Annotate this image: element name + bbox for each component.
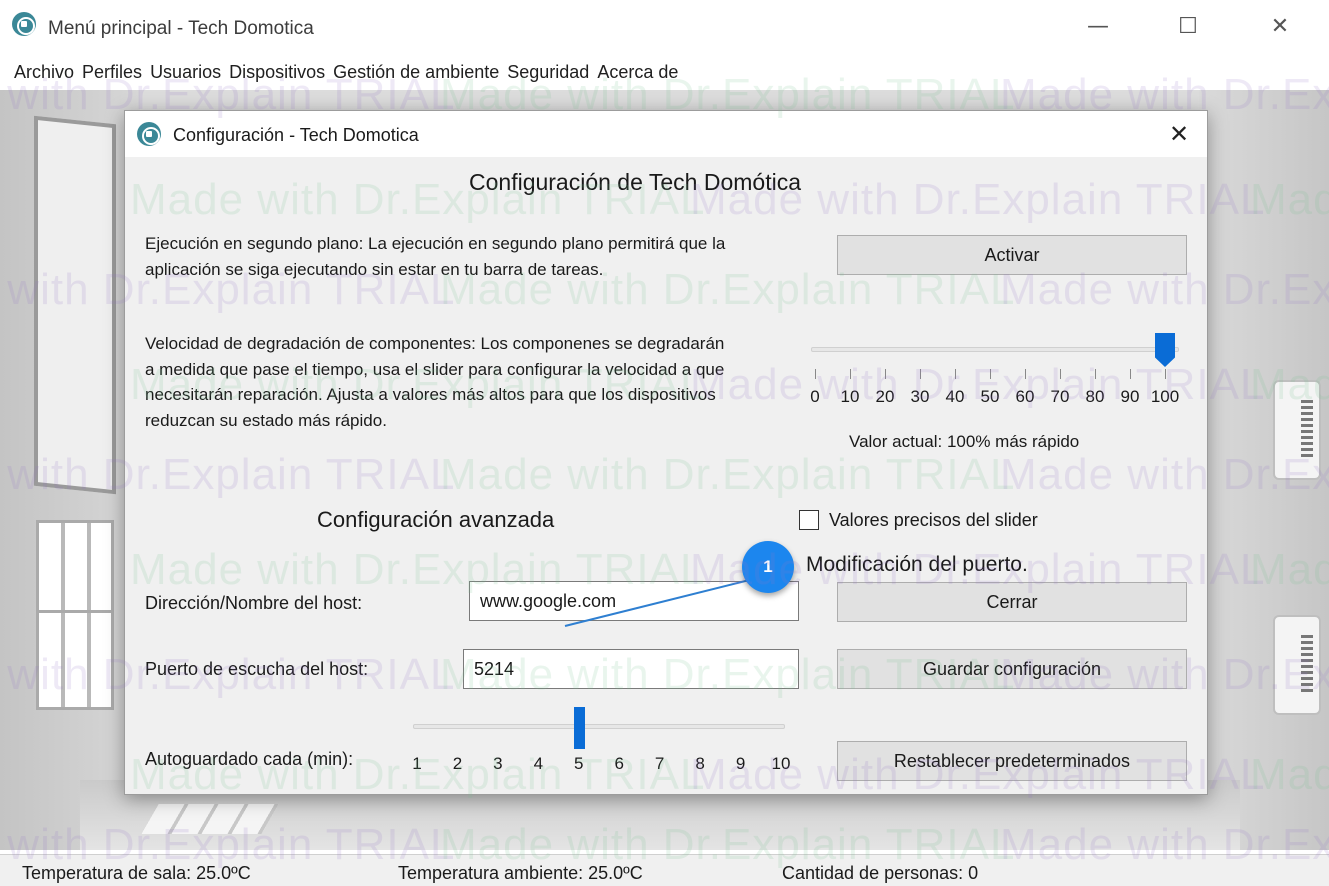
menu-acerca-de[interactable]: Acerca de bbox=[597, 62, 678, 83]
degradation-slider-label: 30 bbox=[910, 387, 930, 406]
port-label: Puerto de escucha del host: bbox=[145, 659, 369, 679]
ambient-temperature: Temperatura ambiente: 25.0ºC bbox=[398, 863, 643, 883]
port-input[interactable] bbox=[463, 649, 799, 689]
degradation-slider-tick bbox=[920, 369, 921, 379]
room-window bbox=[36, 520, 114, 620]
degradation-slider-tick bbox=[1025, 369, 1026, 379]
degradation-slider-thumb[interactable] bbox=[1155, 333, 1175, 367]
menubar: Archivo Perfiles Usuarios Dispositivos G… bbox=[0, 56, 1329, 88]
degradation-text: Velocidad de degradación de componentes:… bbox=[145, 334, 725, 430]
close-icon[interactable]: ✕ bbox=[1260, 14, 1300, 40]
house-circle-icon bbox=[12, 12, 36, 36]
autosave-slider-label: 10 bbox=[771, 754, 791, 773]
menu-dispositivos[interactable]: Dispositivos bbox=[229, 62, 325, 83]
degradation-slider-label: 90 bbox=[1120, 387, 1140, 406]
autosave-slider-label: 4 bbox=[533, 754, 544, 773]
room-window bbox=[36, 610, 114, 710]
degradation-current-value: Valor actual: 100% más rápido bbox=[849, 432, 1080, 451]
degradation-slider-label: 60 bbox=[1015, 387, 1035, 406]
main-titlebar: Menú principal - Tech Domotica — ☐ ✕ bbox=[0, 0, 1329, 52]
air-conditioner-device[interactable] bbox=[1273, 380, 1321, 480]
main-window-title: Menú principal - Tech Domotica bbox=[48, 18, 314, 39]
degradation-slider-tick bbox=[955, 369, 956, 379]
background-execution-text: Ejecución en segundo plano: La ejecución… bbox=[145, 234, 726, 279]
save-config-button[interactable]: Guardar configuración bbox=[837, 649, 1187, 689]
statusbar: Temperatura de sala: 25.0ºC Temperatura … bbox=[0, 854, 1329, 886]
degradation-slider-label: 0 bbox=[810, 387, 820, 406]
room-floor-lights bbox=[141, 804, 279, 834]
dialog-close-icon[interactable]: ✕ bbox=[1161, 119, 1197, 149]
autosave-slider-track[interactable] bbox=[413, 724, 785, 729]
people-count: Cantidad de personas: 0 bbox=[782, 863, 979, 883]
host-label: Dirección/Nombre del host: bbox=[145, 593, 363, 613]
degradation-slider-label: 70 bbox=[1050, 387, 1070, 406]
menu-gestion-ambiente[interactable]: Gestión de ambiente bbox=[333, 62, 499, 83]
callout-text: Modificación del puerto. bbox=[806, 553, 1028, 576]
config-heading: Configuración de Tech Domótica bbox=[469, 169, 801, 195]
degradation-slider-label: 40 bbox=[945, 387, 965, 406]
degradation-slider-label: 10 bbox=[840, 387, 860, 406]
activate-button[interactable]: Activar bbox=[837, 235, 1187, 275]
autosave-slider-label: 3 bbox=[493, 754, 503, 773]
dialog-titlebar: Configuración - Tech Domotica ✕ bbox=[125, 111, 1207, 157]
autosave-slider-label: 1 bbox=[412, 754, 422, 773]
degradation-slider-label: 50 bbox=[980, 387, 1000, 406]
menu-perfiles[interactable]: Perfiles bbox=[82, 62, 142, 83]
menu-usuarios[interactable]: Usuarios bbox=[150, 62, 221, 83]
precise-values-checkbox[interactable] bbox=[799, 510, 819, 530]
reset-defaults-button[interactable]: Restablecer predeterminados bbox=[837, 741, 1187, 781]
autosave-slider-label: 5 bbox=[574, 754, 584, 773]
menu-archivo[interactable]: Archivo bbox=[14, 62, 74, 83]
room-whiteboard bbox=[34, 115, 116, 495]
autosave-slider-label: 2 bbox=[452, 754, 463, 773]
maximize-icon[interactable]: ☐ bbox=[1168, 14, 1208, 40]
degradation-slider-label: 20 bbox=[875, 387, 895, 406]
config-dialog: Configuración - Tech Domotica ✕ Configur… bbox=[124, 110, 1208, 795]
autosave-slider-label: 9 bbox=[735, 754, 746, 773]
autosave-slider-label: 7 bbox=[654, 754, 665, 773]
air-conditioner-device[interactable] bbox=[1273, 615, 1321, 715]
menu-seguridad[interactable]: Seguridad bbox=[507, 62, 589, 83]
dialog-title: Configuración - Tech Domotica bbox=[173, 125, 419, 145]
degradation-slider-tick bbox=[1095, 369, 1096, 379]
degradation-slider-track[interactable] bbox=[811, 347, 1179, 352]
degradation-slider-label: 80 bbox=[1085, 387, 1105, 406]
degradation-slider-tick bbox=[885, 369, 886, 379]
degradation-slider-tick bbox=[1060, 369, 1061, 379]
autosave-label: Autoguardado cada (min): bbox=[145, 749, 354, 769]
precise-values-label: Valores precisos del slider bbox=[829, 510, 1038, 530]
advanced-heading: Configuración avanzada bbox=[317, 507, 555, 532]
autosave-slider-label: 8 bbox=[695, 754, 705, 773]
close-button[interactable]: Cerrar bbox=[837, 582, 1187, 622]
host-input[interactable] bbox=[469, 581, 799, 621]
autosave-slider-label: 6 bbox=[614, 754, 624, 773]
callout-badge: 1 bbox=[742, 541, 794, 593]
degradation-slider-tick bbox=[990, 369, 991, 379]
room-temperature: Temperatura de sala: 25.0ºC bbox=[22, 863, 251, 883]
degradation-slider-tick bbox=[1165, 369, 1166, 379]
degradation-slider-label: 100 bbox=[1150, 387, 1180, 406]
degradation-slider-tick bbox=[850, 369, 851, 379]
degradation-slider-tick bbox=[1130, 369, 1131, 379]
degradation-slider-tick bbox=[815, 369, 816, 379]
house-circle-icon bbox=[137, 122, 161, 146]
autosave-slider-thumb[interactable] bbox=[573, 707, 585, 749]
minimize-icon[interactable]: — bbox=[1078, 14, 1118, 40]
